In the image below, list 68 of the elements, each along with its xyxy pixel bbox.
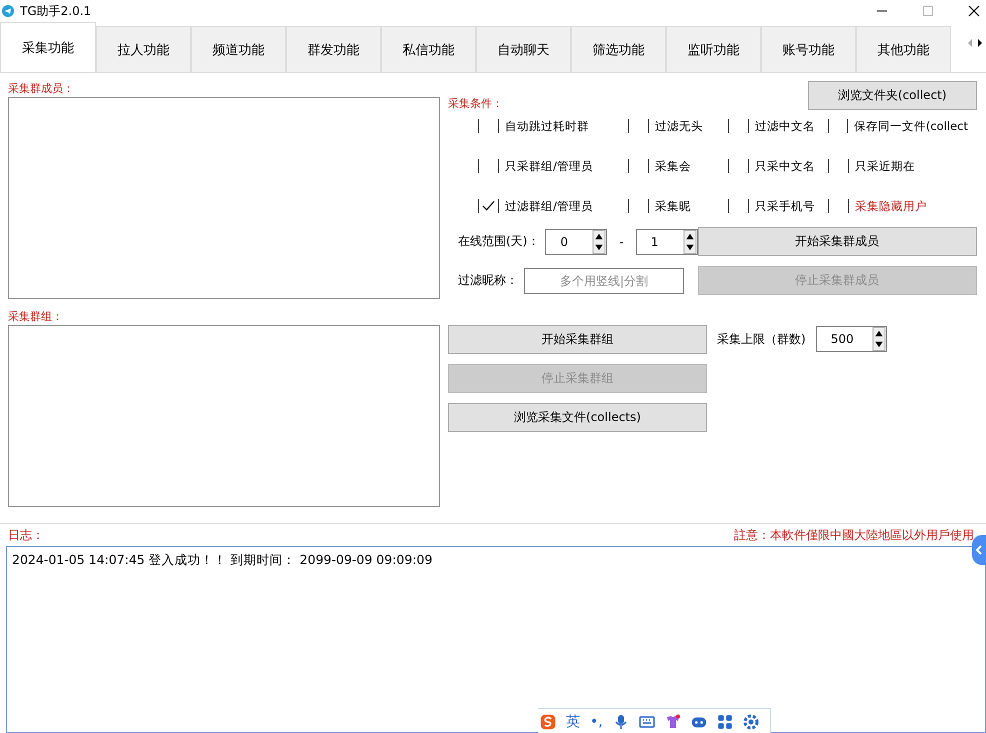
ime-mode[interactable]: 英	[566, 712, 580, 730]
notice-text: 註意：本軟件僅限中國大陸地區以外用戶使用	[734, 526, 974, 544]
option-label: 保存同一文件(collect	[854, 118, 968, 134]
ime-logo-icon[interactable]	[540, 714, 556, 730]
tab[interactable]: 群发功能	[286, 26, 381, 72]
chevron-left-icon	[975, 544, 983, 556]
grid-icon[interactable]	[716, 714, 733, 730]
tab[interactable]: 频道功能	[191, 26, 286, 72]
close-icon[interactable]	[968, 5, 980, 17]
option-label: 过滤中文名	[755, 118, 815, 134]
gear-icon[interactable]	[742, 714, 759, 730]
field-label: 在线范围(天)：	[458, 233, 540, 250]
checkbox[interactable]	[828, 199, 849, 213]
spin-arrows-icon[interactable]	[682, 230, 697, 254]
option-label: 采集昵	[655, 198, 691, 214]
start-collect-members-button[interactable]: 开始采集群成员	[698, 227, 977, 256]
option-label: 只采群组/管理员	[505, 158, 593, 174]
checkbox[interactable]	[728, 199, 749, 213]
option-label: 过滤群组/管理员	[505, 198, 593, 214]
option-label: 只采近期在	[855, 158, 915, 174]
window-title: TG助手2.0.1	[20, 2, 92, 20]
checkbox[interactable]	[628, 199, 649, 213]
log-line: 2024-01-05 14:07:45 登入成功！！ 到期时间： 2099-09-09 09:09:09	[11, 551, 434, 569]
checkbox[interactable]	[628, 119, 649, 133]
spin-field[interactable]: 1	[636, 228, 698, 254]
microphone-icon[interactable]	[612, 714, 629, 730]
tab[interactable]: 监听功能	[666, 26, 761, 72]
section-label: 采集群成员：	[8, 81, 75, 97]
option-label: 采集会	[655, 158, 691, 174]
checkbox[interactable]	[728, 119, 749, 133]
option-label: 自动跳过耗时群	[505, 118, 589, 134]
field-label: 过滤昵称：	[458, 272, 518, 289]
limit-spin-field[interactable]: 500	[816, 326, 887, 352]
option-label: 只采手机号	[755, 198, 815, 214]
option-label: 只采中文名	[755, 158, 815, 174]
tab[interactable]: 自动聊天	[476, 26, 571, 72]
group-action-button[interactable]: 开始采集群组	[448, 325, 707, 354]
checkbox[interactable]	[628, 159, 649, 173]
browse-folder-button[interactable]: 浏览文件夹(collect)	[808, 81, 977, 110]
checkbox[interactable]	[478, 199, 499, 213]
checkbox[interactable]	[478, 159, 499, 173]
side-collapse-button[interactable]	[972, 535, 986, 565]
log-label: 日志：	[8, 526, 44, 544]
checkbox[interactable]	[728, 159, 749, 173]
option-label: 过滤无头	[655, 118, 703, 134]
checkbox[interactable]	[478, 119, 499, 133]
checkbox[interactable]	[828, 119, 848, 133]
option-label: 采集隐藏用户	[855, 198, 927, 214]
spin-arrows-icon[interactable]	[592, 230, 606, 254]
checkbox[interactable]	[828, 159, 849, 173]
scroll-right-icon[interactable]	[976, 38, 984, 48]
section-label: 采集群组：	[8, 309, 64, 325]
tab[interactable]: 私信功能	[381, 26, 476, 72]
ime-punctuation[interactable]: •,	[590, 714, 603, 730]
spin-field[interactable]: 0	[545, 228, 608, 254]
spin-arrows-icon[interactable]	[872, 327, 886, 351]
shirt-icon[interactable]	[664, 714, 681, 730]
tab[interactable]: 拉人功能	[96, 26, 191, 72]
range-separator: -	[619, 234, 624, 248]
nickname-filter-field[interactable]: 多个用竖线|分割	[524, 268, 684, 294]
tab[interactable]: 其他功能	[856, 26, 951, 72]
keyboard-icon[interactable]	[638, 714, 655, 730]
field-label: 采集上限（群数)	[717, 330, 806, 348]
tab[interactable]: 采集功能	[0, 22, 96, 72]
tab[interactable]: 筛选功能	[571, 26, 666, 72]
tab[interactable]: 账号功能	[761, 26, 856, 72]
group-action-button[interactable]: 浏览采集文件(collects)	[448, 403, 707, 432]
section-label: 采集条件：	[448, 96, 503, 111]
